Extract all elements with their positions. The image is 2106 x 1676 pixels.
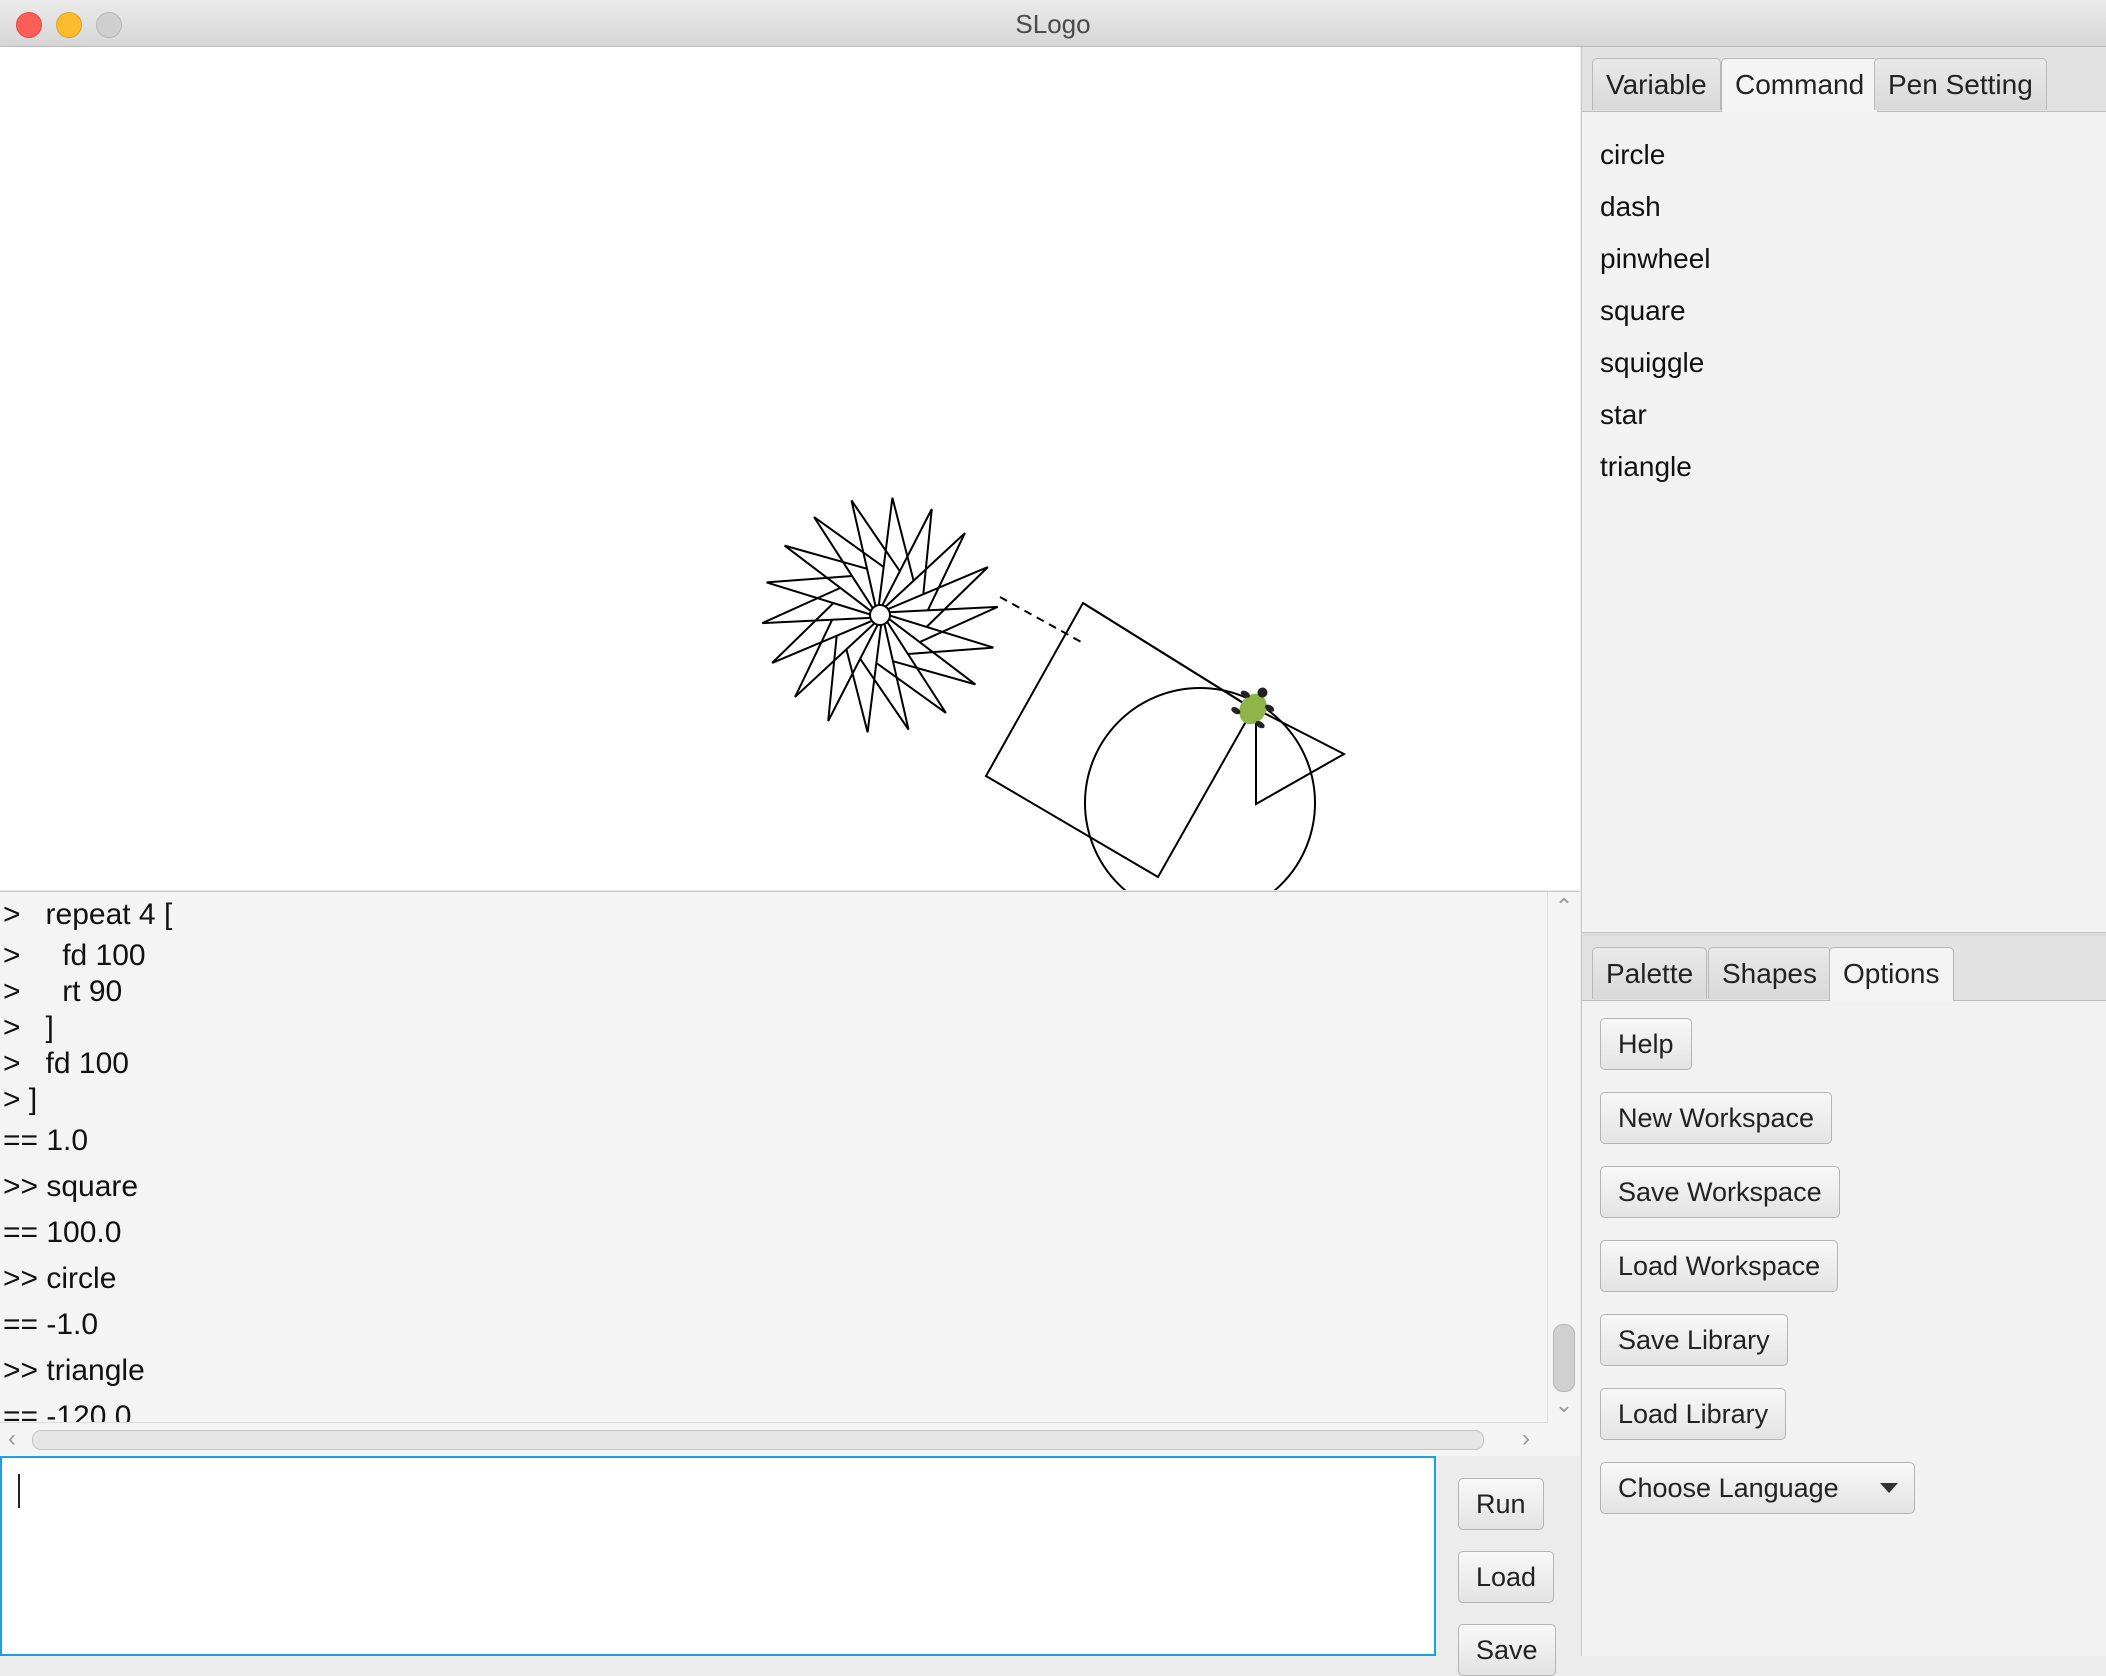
- turtle-canvas[interactable]: [0, 47, 1580, 890]
- command-item-dash[interactable]: dash: [1600, 181, 1711, 233]
- tab-command[interactable]: Command: [1721, 58, 1879, 112]
- console-output[interactable]: > repeat 4 [ > fd 100 > rt 90 > ] > fd 1…: [0, 891, 1580, 1456]
- command-item-star[interactable]: star: [1600, 389, 1711, 441]
- drawing-svg: [761, 497, 1347, 890]
- console-line: > ]: [3, 1083, 38, 1116]
- console-horizontal-scrollbar[interactable]: ‹ ›: [0, 1422, 1548, 1455]
- run-button[interactable]: Run: [1458, 1478, 1544, 1530]
- command-item-pinwheel[interactable]: pinwheel: [1600, 233, 1711, 285]
- tab-shapes[interactable]: Shapes: [1708, 947, 1831, 999]
- console-line: == 100.0: [3, 1216, 122, 1249]
- console-line: > ]: [3, 1011, 54, 1044]
- console-line: > fd 100: [3, 1047, 129, 1080]
- scroll-up-icon[interactable]: ⌃: [1548, 894, 1580, 920]
- console-lines: > repeat 4 [ > fd 100 > rt 90 > ] > fd 1…: [3, 892, 1543, 1440]
- new-workspace-button[interactable]: New Workspace: [1600, 1092, 1833, 1144]
- tab-palette[interactable]: Palette: [1592, 947, 1708, 999]
- save-button[interactable]: Save: [1458, 1624, 1556, 1676]
- help-button[interactable]: Help: [1600, 1018, 1692, 1070]
- console-line: > repeat 4 [: [3, 898, 173, 931]
- window-title: SLogo: [1015, 9, 1091, 39]
- console-line: > fd 100: [3, 939, 146, 972]
- dashed-path: [999, 596, 1084, 644]
- scroll-down-icon[interactable]: ⌄: [1548, 1392, 1580, 1418]
- horizontal-scroll-thumb[interactable]: [32, 1430, 1484, 1450]
- chevron-down-icon: [1880, 1483, 1898, 1493]
- command-item-circle[interactable]: circle: [1600, 129, 1711, 181]
- save-library-button[interactable]: Save Library: [1600, 1314, 1788, 1366]
- console-line: >> square: [3, 1170, 139, 1203]
- command-item-squiggle[interactable]: squiggle: [1600, 337, 1711, 389]
- console-line: >> triangle: [3, 1354, 145, 1387]
- text-caret: [18, 1474, 20, 1508]
- tab-pen-setting[interactable]: Pen Setting: [1874, 58, 2047, 110]
- tab-variable[interactable]: Variable: [1592, 58, 1721, 110]
- load-workspace-button[interactable]: Load Workspace: [1600, 1240, 1839, 1292]
- command-list: circle dash pinwheel square squiggle sta…: [1600, 129, 1711, 493]
- choose-language-label: Choose Language: [1618, 1473, 1839, 1503]
- pinwheel-center: [869, 604, 891, 626]
- square-drawing: [984, 601, 1255, 879]
- right-panel: Variable Command Pen Setting circle dash…: [1581, 47, 2106, 1656]
- command-item-square[interactable]: square: [1600, 285, 1711, 337]
- console-line: > rt 90: [3, 975, 123, 1008]
- tab-options[interactable]: Options: [1829, 947, 1954, 1001]
- triangle-drawing: [1255, 707, 1347, 806]
- console-line: == -1.0: [3, 1308, 99, 1341]
- save-workspace-button[interactable]: Save Workspace: [1600, 1166, 1840, 1218]
- pinwheel-drawing: [761, 497, 999, 733]
- choose-language-dropdown[interactable]: Choose Language: [1600, 1462, 1915, 1514]
- scroll-left-icon[interactable]: ‹: [8, 1425, 16, 1453]
- top-tab-bar: Variable Command Pen Setting: [1582, 47, 2106, 112]
- bottom-tab-bar: Palette Shapes Options: [1582, 936, 2106, 1001]
- command-input[interactable]: [0, 1456, 1436, 1656]
- load-button[interactable]: Load: [1458, 1551, 1555, 1603]
- console-vertical-scrollbar[interactable]: ⌃ ⌄: [1547, 892, 1580, 1422]
- command-item-triangle[interactable]: triangle: [1600, 441, 1711, 493]
- console-line: == 1.0: [3, 1124, 89, 1157]
- scroll-thumb[interactable]: [1553, 1324, 1575, 1392]
- load-library-button[interactable]: Load Library: [1600, 1388, 1787, 1440]
- window-titlebar: SLogo: [0, 0, 2106, 47]
- console-line: >> circle: [3, 1262, 117, 1295]
- scroll-right-icon[interactable]: ›: [1522, 1425, 1530, 1453]
